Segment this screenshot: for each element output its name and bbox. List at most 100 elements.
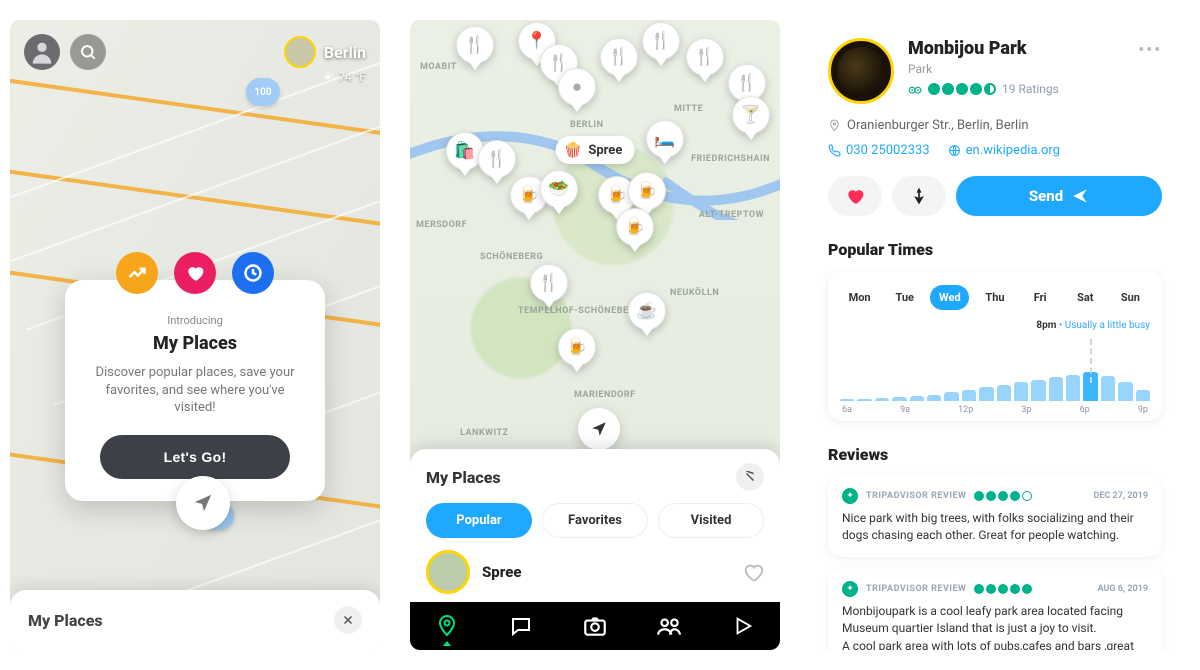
popcorn-icon: 🍿: [564, 141, 583, 159]
close-button[interactable]: [736, 463, 764, 491]
day-tab-sun[interactable]: Sun: [1111, 285, 1150, 310]
busy-bar: [892, 397, 906, 401]
directions-button[interactable]: [892, 176, 946, 216]
district-label: MERSDORF: [416, 220, 467, 230]
location-arrow-icon: [590, 420, 608, 438]
intro-description: Discover popular places, save your favor…: [85, 364, 305, 417]
district-label: BERLIN: [570, 120, 603, 130]
intro-eyebrow: Introducing: [85, 314, 305, 327]
map-pin-icon: [435, 614, 459, 638]
review-source: TRIPADVISOR REVIEW: [866, 584, 966, 594]
day-tab-wed[interactable]: Wed: [930, 285, 969, 310]
place-address: Oranienburger Str., Berlin, Berlin: [828, 118, 1162, 133]
busy-bar: [1049, 377, 1063, 401]
day-tab-fri[interactable]: Fri: [1021, 285, 1060, 310]
tab-favorites[interactable]: Favorites: [542, 503, 648, 538]
place-rating: 19 Ratings: [908, 82, 1059, 96]
locate-me-button[interactable]: [176, 476, 230, 530]
map-pin-food[interactable]: 🍴: [600, 38, 638, 82]
close-icon: [342, 614, 354, 626]
tab-popular[interactable]: Popular: [426, 503, 532, 538]
favorite-button[interactable]: [828, 176, 882, 216]
sheet-title: My Places: [28, 611, 103, 630]
map-cluster-badge[interactable]: 100: [246, 78, 280, 106]
map-pin-food[interactable]: 🍴: [456, 26, 494, 70]
map-view[interactable]: MOABIT BERLIN MITTE FRIEDRICHSHAIN ALT-T…: [410, 20, 780, 460]
more-options-button[interactable]: •••: [1138, 40, 1162, 59]
map-pin-food[interactable]: 🍴: [642, 22, 680, 66]
busy-bar: [1118, 382, 1132, 401]
review-rating: [974, 584, 1032, 594]
play-icon: [732, 615, 754, 637]
screenshot-my-places-intro: 100 100 100 Berlin 74 °F Intro: [10, 20, 380, 650]
location-arrow-icon: [192, 492, 214, 514]
popular-times-chart: [840, 339, 1150, 401]
map-pin-hotel[interactable]: 🛏️: [646, 120, 684, 164]
directions-icon: [909, 186, 929, 206]
heart-icon: [845, 186, 865, 206]
district-label: ALT-TREPTOW: [699, 210, 764, 220]
chart-x-labels: 6a9a12p3p6p9p: [840, 405, 1150, 415]
close-button[interactable]: [334, 606, 362, 634]
friends-icon: [656, 613, 682, 639]
phone-link[interactable]: 030 25002333: [828, 143, 930, 158]
map-pin-drink[interactable]: 🍸: [732, 96, 770, 140]
review-rating: [974, 491, 1032, 501]
busy-bar: [997, 385, 1011, 401]
map-pin-food[interactable]: 🥗: [540, 170, 578, 214]
day-tab-thu[interactable]: Thu: [975, 285, 1014, 310]
review-card[interactable]: ✦TRIPADVISOR REVIEWDEC 27, 2019Nice park…: [828, 476, 1162, 557]
search-button[interactable]: [70, 34, 106, 70]
busy-bar: [1014, 382, 1028, 401]
profile-avatar[interactable]: [24, 34, 60, 70]
place-list-item[interactable]: Spree: [426, 550, 764, 594]
busy-bar: [979, 387, 993, 401]
district-label: MARIENDORF: [574, 390, 636, 400]
busy-bar: [1031, 380, 1045, 401]
globe-icon: [948, 144, 961, 157]
map-pin-food[interactable]: 🍴: [530, 264, 568, 308]
day-tab-tue[interactable]: Tue: [885, 285, 924, 310]
website-link[interactable]: en.wikipedia.org: [948, 143, 1060, 158]
intro-card: Introducing My Places Discover popular p…: [65, 280, 325, 501]
map-pin-beer[interactable]: 🍺: [558, 328, 596, 372]
location-chip[interactable]: Berlin: [284, 36, 366, 68]
nav-map[interactable]: [410, 602, 484, 650]
district-label: MITTE: [674, 104, 703, 114]
map-pin-food[interactable]: 🍴: [686, 38, 724, 82]
camera-icon: [582, 613, 608, 639]
map-pin-beer[interactable]: 🍺: [616, 208, 654, 252]
busy-bar: [857, 399, 871, 401]
locate-me-button[interactable]: [578, 408, 620, 450]
send-button[interactable]: Send: [956, 176, 1162, 216]
section-title-reviews: Reviews: [828, 445, 1162, 464]
day-tab-mon[interactable]: Mon: [840, 285, 879, 310]
tab-visited[interactable]: Visited: [658, 503, 764, 538]
nav-friends[interactable]: [632, 602, 706, 650]
busy-bar: [1136, 390, 1150, 401]
busy-callout: 8pm • Usually a little busy: [840, 320, 1150, 331]
review-body: Nice park with big trees, with folks soc…: [842, 510, 1148, 545]
nav-play[interactable]: [706, 602, 780, 650]
nav-chat[interactable]: [484, 602, 558, 650]
map-pin-coffee[interactable]: ☕: [628, 292, 666, 336]
place-chip-spree[interactable]: 🍿 Spree: [556, 136, 635, 164]
day-tab-sat[interactable]: Sat: [1066, 285, 1105, 310]
favorite-heart-icon[interactable]: [742, 561, 764, 583]
nav-camera[interactable]: [558, 602, 632, 650]
my-places-sheet-collapsed[interactable]: My Places: [10, 590, 380, 650]
pin-icon: [828, 119, 841, 132]
chip-label: Spree: [588, 143, 622, 158]
busy-bar: [910, 396, 924, 401]
screenshot-map-popular: MOABIT BERLIN MITTE FRIEDRICHSHAIN ALT-T…: [410, 20, 780, 650]
my-places-sheet[interactable]: My Places Popular Favorites Visited Spre…: [410, 449, 780, 602]
review-card[interactable]: ✦TRIPADVISOR REVIEWAUG 6, 2019Monbijoupa…: [828, 569, 1162, 650]
tripadvisor-icon: ✦: [842, 488, 858, 504]
lets-go-button[interactable]: Let's Go!: [100, 435, 290, 479]
map-pin-gray[interactable]: ●: [558, 68, 596, 112]
sheet-tabs: Popular Favorites Visited: [426, 503, 764, 538]
close-icon: [744, 471, 756, 483]
chat-icon: [509, 614, 533, 638]
tripadvisor-owl-icon: [908, 82, 922, 96]
location-avatar-ring: [284, 36, 316, 68]
